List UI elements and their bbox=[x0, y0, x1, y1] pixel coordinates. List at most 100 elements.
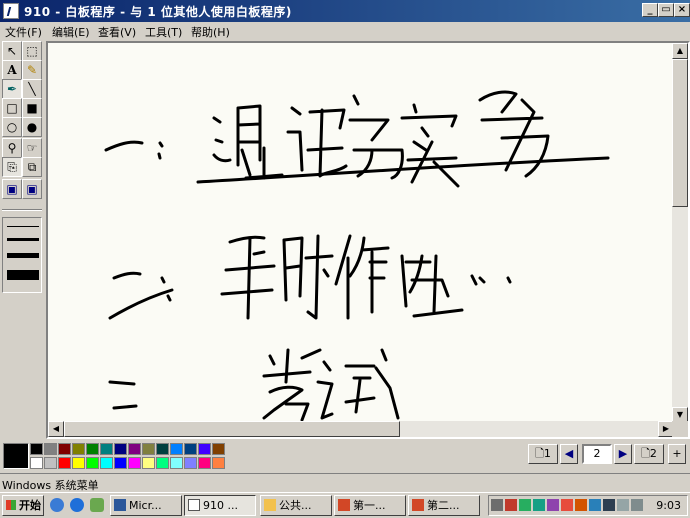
volume-icon[interactable] bbox=[617, 499, 629, 511]
color-swatch[interactable] bbox=[142, 443, 155, 455]
color-swatch[interactable] bbox=[58, 457, 71, 469]
prev-page-icon[interactable]: ◀ bbox=[560, 444, 578, 464]
insert-page-icon[interactable]: + bbox=[668, 444, 686, 464]
start-button[interactable]: 开始 bbox=[2, 495, 44, 516]
tray-app-icon[interactable] bbox=[533, 499, 545, 511]
color-swatch[interactable] bbox=[114, 443, 127, 455]
maximize-button[interactable]: ▭ bbox=[658, 3, 674, 17]
toolbox-divider bbox=[2, 209, 42, 211]
show-desktop-icon[interactable] bbox=[50, 498, 64, 512]
handwriting-strokes bbox=[104, 90, 610, 422]
next-page-icon[interactable]: ▶ bbox=[614, 444, 632, 464]
menu-help[interactable]: 帮助(H) bbox=[191, 24, 230, 40]
menu-file[interactable]: 文件(F) bbox=[5, 24, 42, 40]
menu-view[interactable]: 查看(V) bbox=[98, 24, 136, 40]
color-swatch[interactable] bbox=[198, 457, 211, 469]
word-icon bbox=[114, 499, 126, 511]
color-swatch[interactable] bbox=[184, 457, 197, 469]
status-text: Windows 系统菜单 bbox=[2, 479, 99, 492]
color-swatch[interactable] bbox=[198, 443, 211, 455]
line-width-1[interactable] bbox=[7, 226, 39, 227]
ellipse-filled-icon[interactable]: ● bbox=[22, 117, 42, 137]
select-window-icon[interactable]: ▣ bbox=[2, 179, 22, 199]
network-icon[interactable] bbox=[491, 499, 503, 511]
pen-icon[interactable]: ✒ bbox=[2, 79, 22, 99]
antivirus-icon[interactable] bbox=[561, 499, 573, 511]
color-swatch[interactable] bbox=[212, 457, 225, 469]
close-button[interactable]: × bbox=[674, 3, 690, 17]
tray-app-icon[interactable] bbox=[505, 499, 517, 511]
color-swatch[interactable] bbox=[114, 457, 127, 469]
color-swatch[interactable] bbox=[184, 443, 197, 455]
tray-app-icon[interactable] bbox=[547, 499, 559, 511]
select-area-icon[interactable]: ▣ bbox=[22, 179, 42, 199]
color-swatch[interactable] bbox=[58, 443, 71, 455]
color-swatch[interactable] bbox=[156, 457, 169, 469]
scroll-left-arrow-icon[interactable]: ◀ bbox=[48, 421, 64, 437]
internet-explorer-icon[interactable] bbox=[70, 498, 84, 512]
color-swatch[interactable] bbox=[128, 443, 141, 455]
rect-outline-icon[interactable]: □ bbox=[2, 98, 22, 118]
task-word[interactable]: Micr... bbox=[110, 495, 182, 516]
whiteboard-app-icon[interactable] bbox=[3, 3, 19, 19]
area-select-icon[interactable]: ⬚ bbox=[22, 41, 42, 61]
last-page-button[interactable]: 🗋2 bbox=[634, 444, 664, 464]
menu-bar: 文件(F) 编辑(E) 查看(V) 工具(T) 帮助(H) bbox=[0, 22, 690, 40]
tray-app-icon[interactable] bbox=[589, 499, 601, 511]
arrow-select-icon[interactable]: ↖ bbox=[2, 41, 22, 61]
rect-filled-icon[interactable]: ■ bbox=[22, 98, 42, 118]
tray-app-icon[interactable] bbox=[631, 499, 643, 511]
color-swatch[interactable] bbox=[142, 457, 155, 469]
color-swatch[interactable] bbox=[72, 443, 85, 455]
zoom-icon[interactable]: ⚲ bbox=[2, 138, 22, 158]
scroll-up-arrow-icon[interactable]: ▲ bbox=[672, 43, 688, 59]
system-tray: 9:03 bbox=[488, 495, 688, 516]
task-whiteboard[interactable]: 910 ... bbox=[184, 495, 256, 516]
color-swatch[interactable] bbox=[30, 457, 43, 469]
task-powerpoint-1[interactable]: 第一... bbox=[334, 495, 406, 516]
color-swatch[interactable] bbox=[44, 457, 57, 469]
task-powerpoint-2[interactable]: 第二... bbox=[408, 495, 480, 516]
vertical-scroll-thumb[interactable] bbox=[672, 59, 688, 207]
color-swatch[interactable] bbox=[44, 443, 57, 455]
color-swatch[interactable] bbox=[86, 443, 99, 455]
menu-edit[interactable]: 编辑(E) bbox=[52, 24, 90, 40]
task-folder[interactable]: 公共... bbox=[260, 495, 332, 516]
color-swatch[interactable] bbox=[128, 457, 141, 469]
line-width-2[interactable] bbox=[7, 238, 39, 241]
color-swatch[interactable] bbox=[156, 443, 169, 455]
tray-app-icon[interactable] bbox=[519, 499, 531, 511]
status-bar: Windows 系统菜单 bbox=[0, 473, 690, 492]
color-swatch[interactable] bbox=[100, 457, 113, 469]
tray-app-icon[interactable] bbox=[575, 499, 587, 511]
line-width-3[interactable] bbox=[7, 253, 39, 258]
color-swatch[interactable] bbox=[100, 443, 113, 455]
ellipse-outline-icon[interactable]: ○ bbox=[2, 117, 22, 137]
tray-app-icon[interactable] bbox=[603, 499, 615, 511]
page-number-input[interactable]: 2 bbox=[582, 444, 612, 464]
line-width-4[interactable] bbox=[7, 270, 39, 280]
first-page-button[interactable]: 🗋1 bbox=[528, 444, 558, 464]
horizontal-scroll-thumb[interactable] bbox=[64, 421, 400, 437]
line-icon[interactable]: ╲ bbox=[22, 79, 42, 99]
highlighter-icon[interactable]: ✎ bbox=[22, 60, 42, 80]
color-swatch[interactable] bbox=[170, 457, 183, 469]
menu-tools[interactable]: 工具(T) bbox=[145, 24, 182, 40]
line-width-selector[interactable] bbox=[2, 217, 42, 293]
vertical-scrollbar[interactable]: ▲ ▼ bbox=[672, 43, 688, 423]
horizontal-scrollbar[interactable]: ◀ ▶ bbox=[48, 421, 674, 437]
remote-pointer-icon[interactable]: ☞ bbox=[22, 138, 42, 158]
color-swatch[interactable] bbox=[212, 443, 225, 455]
color-swatch[interactable] bbox=[72, 457, 85, 469]
synchronize-icon[interactable]: ⧉ bbox=[22, 157, 42, 177]
scrollbar-corner bbox=[672, 421, 688, 437]
media-player-icon[interactable] bbox=[90, 498, 104, 512]
color-swatch[interactable] bbox=[170, 443, 183, 455]
color-swatch[interactable] bbox=[30, 443, 43, 455]
title-bar[interactable]: 910 - 白板程序 - 与 1 位其他人使用白板程序) _ ▭ × bbox=[0, 0, 690, 22]
lock-contents-icon[interactable]: ⎘ bbox=[2, 157, 22, 177]
color-swatch[interactable] bbox=[86, 457, 99, 469]
minimize-button[interactable]: _ bbox=[642, 3, 658, 17]
whiteboard-canvas[interactable] bbox=[48, 43, 674, 423]
text-tool-icon[interactable]: A bbox=[2, 60, 22, 80]
